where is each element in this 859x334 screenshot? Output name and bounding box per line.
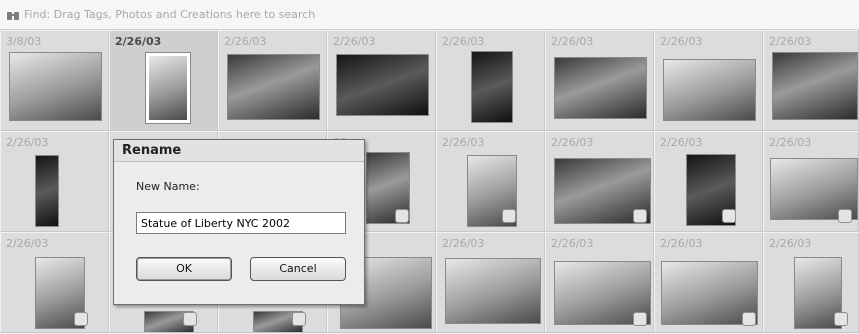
photo-cell[interactable]: 2/26/03 [327,30,436,131]
tag-icon [183,312,197,326]
photo-date: 2/26/03 [551,136,594,149]
photo-date: 2/26/03 [224,35,267,48]
photo-thumbnail[interactable] [471,51,513,123]
photo-cell[interactable]: 2/26/03 [218,30,327,131]
photo-cell[interactable]: 2/26/03 [436,30,545,131]
photo-thumbnail[interactable] [445,258,541,324]
photo-date: 2/26/03 [769,237,812,250]
tag-icon [74,312,88,326]
find-bar-placeholder: Find: Drag Tags, Photos and Creations he… [24,8,316,21]
ok-button[interactable]: OK [136,257,232,281]
photo-cell[interactable]: 3/8/03 [0,30,109,131]
tag-icon [633,312,647,326]
photo-cell[interactable]: 2/26/03 [654,232,763,333]
photo-thumbnail[interactable] [663,59,756,121]
photo-cell-selected[interactable]: 2/26/03 [109,30,218,131]
photo-cell[interactable]: 2/26/03 [0,131,109,232]
photo-date: 2/26/03 [6,237,49,250]
photo-cell[interactable]: 2/26/03 [545,30,654,131]
photo-date: 2/26/03 [660,136,703,149]
photo-cell[interactable]: 2/26/03 [0,232,109,333]
photo-thumbnail[interactable] [336,54,429,116]
new-name-label: New Name: [136,180,200,193]
photo-date: 2/26/03 [442,136,485,149]
photo-cell[interactable]: 2/26/03 [763,232,859,333]
photo-date: 2/26/03 [333,35,376,48]
photo-cell[interactable]: 2/26/03 [763,131,859,232]
tag-icon [395,209,409,223]
photo-cell[interactable]: 2/26/03 [436,232,545,333]
photo-cell[interactable]: 2/26/03 [545,232,654,333]
tag-icon [722,209,736,223]
photo-thumbnail[interactable] [554,57,647,119]
dialog-title: Rename [114,140,364,162]
tag-icon [292,312,306,326]
photo-date: 2/26/03 [660,237,703,250]
tag-icon [633,209,647,223]
tag-icon [742,312,756,326]
photo-thumbnail[interactable] [35,155,59,227]
photo-date: 2/26/03 [660,35,703,48]
rename-dialog: Rename New Name: OK Cancel [113,139,365,305]
tag-icon [502,209,516,223]
photo-cell[interactable]: 2/26/03 [436,131,545,232]
tag-icon [838,209,852,223]
photo-thumbnail[interactable] [227,54,320,120]
photo-thumbnail[interactable] [772,52,858,120]
photo-date: 2/26/03 [551,35,594,48]
photo-date: 2/26/03 [442,237,485,250]
photo-date: 2/26/03 [115,35,162,48]
photo-cell[interactable]: 2/26/03 [654,131,763,232]
tag-icon [834,312,848,326]
find-bar[interactable]: Find: Drag Tags, Photos and Creations he… [0,0,859,30]
photo-cell[interactable]: 2/26/03 [654,30,763,131]
new-name-field[interactable] [136,212,346,234]
photo-date: 2/26/03 [769,136,812,149]
cancel-button[interactable]: Cancel [250,257,346,281]
photo-date: 3/8/03 [6,35,42,48]
photo-date: 2/26/03 [6,136,49,149]
photo-thumbnail[interactable] [9,52,102,121]
photo-date: 2/26/03 [442,35,485,48]
photo-thumbnail[interactable] [145,52,191,124]
photo-cell[interactable]: 2/26/03 [545,131,654,232]
photo-date: 2/26/03 [769,35,812,48]
binoculars-icon [6,9,20,21]
photo-cell[interactable]: 2/26/03 [763,30,859,131]
photo-date: 2/26/03 [551,237,594,250]
